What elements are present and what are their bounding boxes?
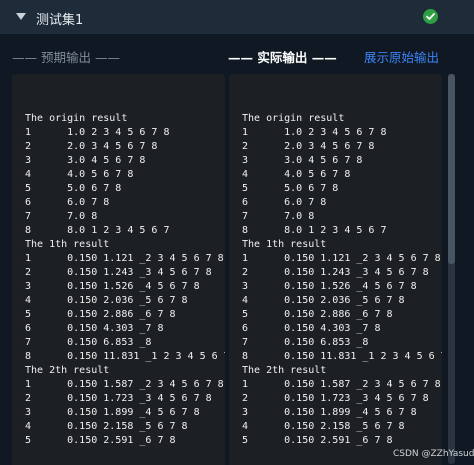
actual-output-line: 5 5.0 6 7 8 <box>242 183 339 194</box>
expected-output-line: 7 0.150 6.853 _8 <box>25 337 152 348</box>
expected-output-label: —— 预期输出 —— <box>12 50 120 65</box>
actual-output-line: 7 0.150 6.853 _8 <box>242 337 369 348</box>
expected-output-line: 5 0.150 2.886 _6 7 8 <box>25 309 176 320</box>
expected-output-line: The 2th result <box>25 365 110 376</box>
actual-output-line: 5 0.150 2.591 _6 7 8 <box>242 435 393 446</box>
actual-output-line: 3 0.150 1.526 _4 5 6 7 8 <box>242 281 417 292</box>
expected-output-line: 8 8.0 1 2 3 4 5 6 7 <box>25 225 170 236</box>
actual-output-line: 4 0.150 2.036 _5 6 7 8 <box>242 295 405 306</box>
expected-output-line: 1 1.0 2 3 4 5 6 7 8 <box>25 127 170 138</box>
expected-output-line: 1 0.150 1.587 _2 3 4 5 6 7 8 <box>25 379 224 390</box>
chevron-down-icon[interactable] <box>16 13 26 20</box>
expected-output-line: The origin result <box>25 113 128 124</box>
expected-output-line: 6 6.0 7 8 <box>25 197 110 208</box>
actual-output-line: 6 6.0 7 8 <box>242 197 327 208</box>
expected-output-line: 4 4.0 5 6 7 8 <box>25 169 134 180</box>
actual-output-label: —— 实际输出 —— <box>228 50 337 65</box>
expected-output-line <box>25 98 225 112</box>
actual-output-line: The 2th result <box>242 365 327 376</box>
actual-output-line: 1 1.0 2 3 4 5 6 7 8 <box>242 127 387 138</box>
expected-output-pane: The origin result 1 1.0 2 3 4 5 6 7 8 2 2.… <box>12 74 225 465</box>
actual-output-line: 2 2.0 3 4 5 6 7 8 <box>242 141 375 152</box>
actual-output-line: 4 4.0 5 6 7 8 <box>242 169 351 180</box>
expected-output-line: 4 0.150 2.036 _5 6 7 8 <box>25 295 188 306</box>
expected-output-line: 3 0.150 1.526 _4 5 6 7 8 <box>25 281 200 292</box>
actual-output-line: 5 0.150 2.886 _6 7 8 <box>242 309 393 320</box>
actual-output-text: The origin result 1 1.0 2 3 4 5 6 7 8 2 2.… <box>242 98 442 448</box>
expected-output-text: The origin result 1 1.0 2 3 4 5 6 7 8 2 2.… <box>25 98 225 448</box>
actual-output-line: 1 0.150 1.587 _2 3 4 5 6 7 8 <box>242 379 441 390</box>
check-circle-icon <box>423 9 438 24</box>
scrollbar-thumb[interactable] <box>448 74 455 264</box>
actual-output-line: 4 0.150 2.158 _5 6 7 8 <box>242 421 405 432</box>
actual-output-line: 1 0.150 1.121 _2 3 4 5 6 7 8 <box>242 253 441 264</box>
actual-output-line: 6 0.150 4.303 _7 8 <box>242 323 381 334</box>
expected-output-line: 3 3.0 4 5 6 7 8 <box>25 155 146 166</box>
expected-output-line: 3 0.150 1.899 _4 5 6 7 8 <box>25 407 200 418</box>
expected-output-line: 4 0.150 2.158 _5 6 7 8 <box>25 421 188 432</box>
actual-output-line: 7 7.0 8 <box>242 211 315 222</box>
show-raw-output-link[interactable]: 展示原始输出 <box>364 47 439 66</box>
expected-output-line: 6 0.150 4.303 _7 8 <box>25 323 164 334</box>
actual-output-pane: The origin result 1 1.0 2 3 4 5 6 7 8 2 2.… <box>229 74 442 465</box>
actual-output-line: The origin result <box>242 113 345 124</box>
actual-output-line: The 1th result <box>242 239 327 250</box>
testset-title: 测试集1 <box>36 13 84 28</box>
expected-output-line: 5 5.0 6 7 8 <box>25 183 122 194</box>
actual-output-line: 2 0.150 1.243 _3 4 5 6 7 8 <box>242 267 429 278</box>
expected-output-line: 2 2.0 3 4 5 6 7 8 <box>25 141 158 152</box>
scrollbar[interactable] <box>448 74 455 464</box>
expected-output-line: 8 0.150 11.831 _1 2 3 4 5 6 7 <box>25 351 225 362</box>
expected-output-line: 5 0.150 2.591 _6 7 8 <box>25 435 176 446</box>
actual-output-line: 8 8.0 1 2 3 4 5 6 7 <box>242 225 387 236</box>
expected-output-line: 2 0.150 1.243 _3 4 5 6 7 8 <box>25 267 212 278</box>
testset-header[interactable]: 测试集1 <box>0 0 474 34</box>
actual-output-line: 3 3.0 4 5 6 7 8 <box>242 155 363 166</box>
watermark: CSDN @ZZhYasud <box>393 449 474 459</box>
expected-output-line: The 1th result <box>25 239 110 250</box>
actual-output-line: 8 0.150 11.831 _1 2 3 4 5 6 7 <box>242 351 442 362</box>
expected-output-line: 1 0.150 1.121 _2 3 4 5 6 7 8 <box>25 253 224 264</box>
expected-output-line: 2 0.150 1.723 _3 4 5 6 7 8 <box>25 393 212 404</box>
actual-output-line: 3 0.150 1.899 _4 5 6 7 8 <box>242 407 417 418</box>
actual-output-line: 2 0.150 1.723 _3 4 5 6 7 8 <box>242 393 429 404</box>
expected-output-line: 7 7.0 8 <box>25 211 98 222</box>
actual-output-line <box>242 98 442 112</box>
